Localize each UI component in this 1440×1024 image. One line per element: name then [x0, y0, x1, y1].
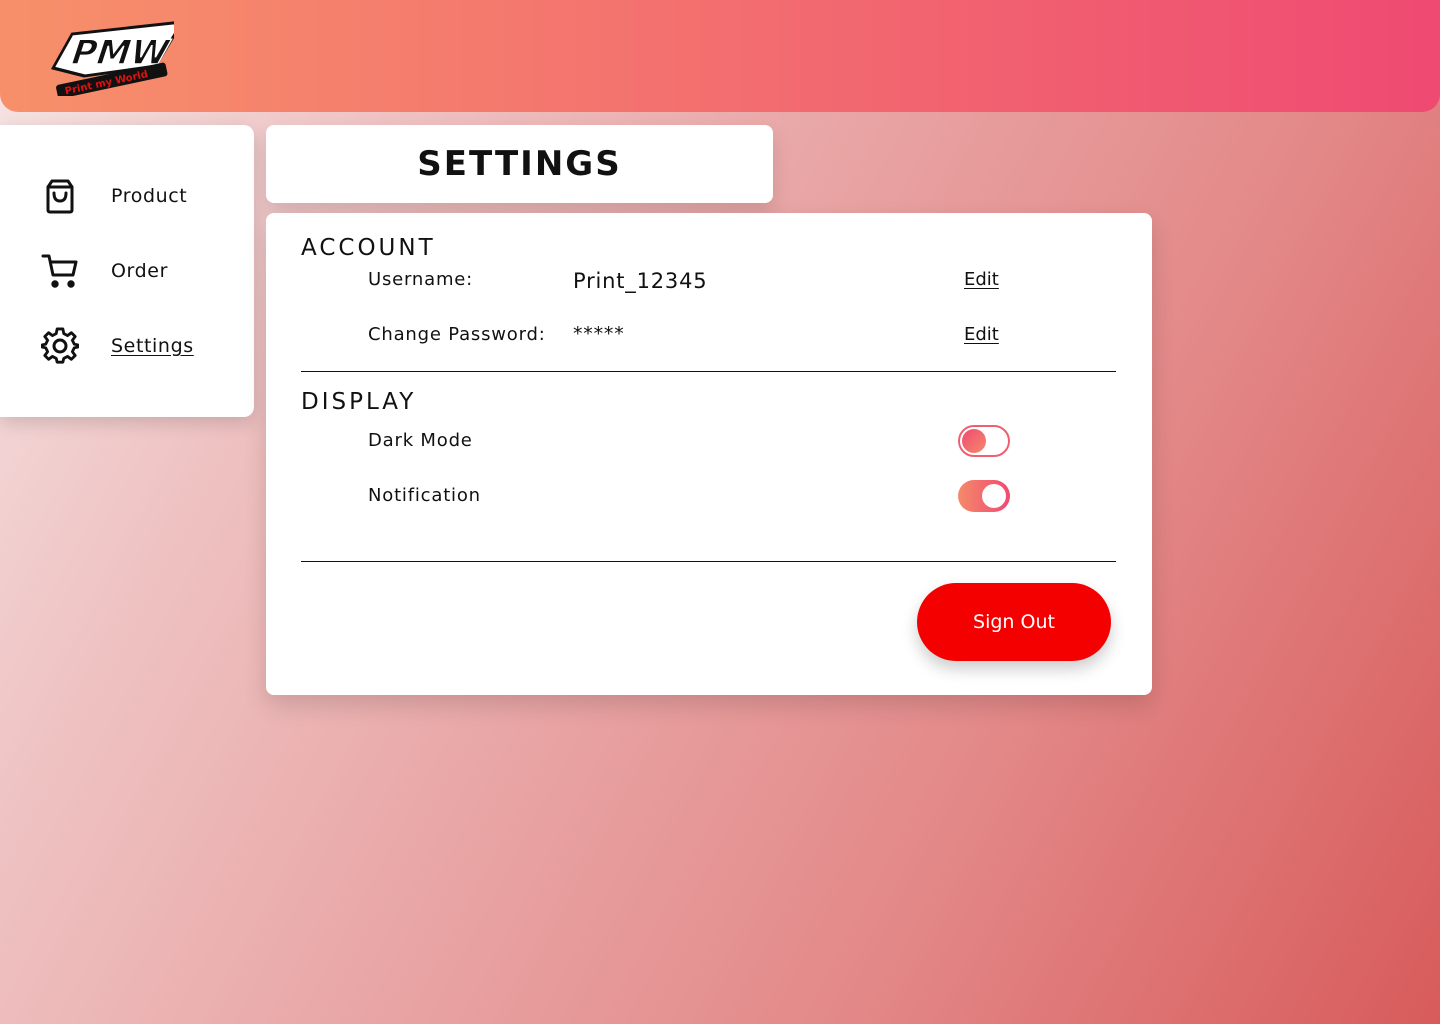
- sidebar: Product Order Settings: [0, 125, 254, 417]
- shopping-bag-icon: [40, 176, 80, 216]
- username-value: Print_12345: [573, 269, 708, 293]
- pmw-logo[interactable]: PMW Print my World: [46, 16, 185, 99]
- toggle-knob: [982, 484, 1006, 508]
- sidebar-item-label: Order: [111, 260, 168, 282]
- cart-icon: [40, 251, 80, 291]
- section-divider: [301, 561, 1116, 562]
- username-label: Username:: [368, 269, 474, 290]
- sidebar-item-label: Settings: [111, 335, 194, 357]
- password-value: *****: [573, 323, 625, 345]
- sign-out-button[interactable]: Sign Out: [917, 583, 1111, 661]
- sidebar-item-label: Product: [111, 185, 188, 207]
- sidebar-item-order[interactable]: Order: [40, 251, 167, 291]
- page-title-card: SETTINGS: [266, 125, 773, 203]
- edit-username-link[interactable]: Edit: [964, 269, 999, 290]
- sidebar-item-product[interactable]: Product: [40, 176, 187, 216]
- display-heading: DISPLAY: [301, 389, 417, 415]
- app-header: PMW Print my World: [0, 0, 1440, 112]
- toggle-knob: [962, 429, 986, 453]
- dark-mode-label: Dark Mode: [368, 430, 473, 451]
- settings-panel: ACCOUNT Username: Print_12345 Edit Chang…: [266, 213, 1152, 695]
- account-heading: ACCOUNT: [301, 235, 436, 261]
- gear-icon: [40, 326, 80, 366]
- notification-toggle[interactable]: [958, 480, 1010, 512]
- sidebar-item-settings[interactable]: Settings: [40, 326, 193, 366]
- edit-password-link[interactable]: Edit: [964, 324, 999, 345]
- dark-mode-toggle[interactable]: [958, 425, 1010, 457]
- page-title: SETTINGS: [417, 144, 622, 184]
- notification-label: Notification: [368, 485, 481, 506]
- change-password-label: Change Password:: [368, 324, 546, 345]
- section-divider: [301, 371, 1116, 372]
